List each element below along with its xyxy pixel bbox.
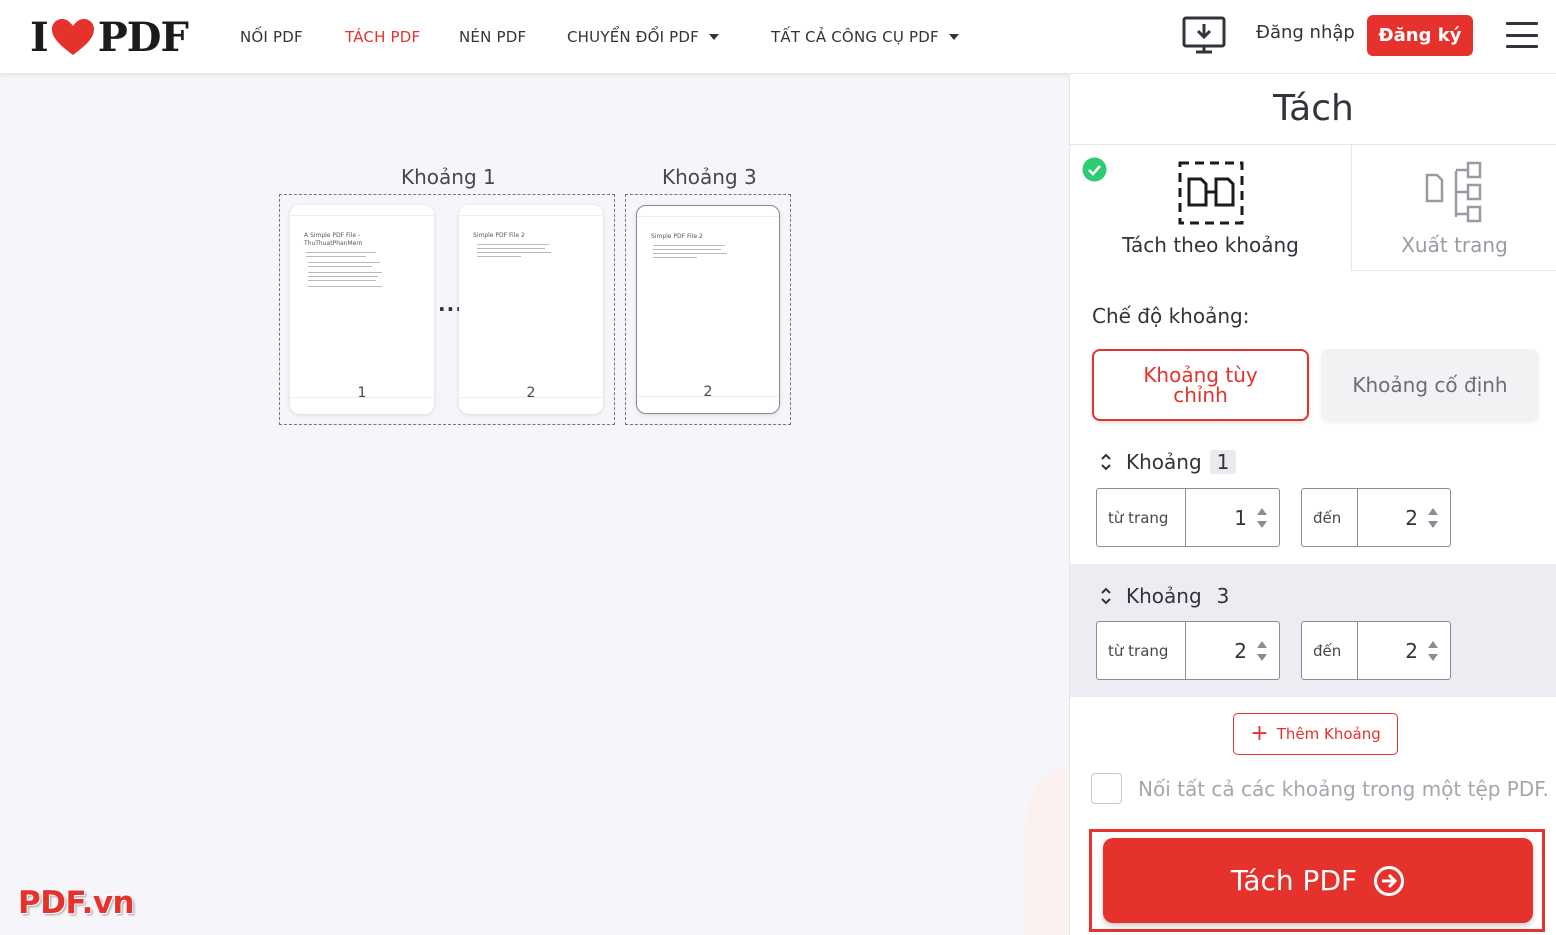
add-range-button[interactable]: + Thêm Khoảng — [1233, 713, 1398, 755]
range-item: Khoảng 3 từ trang 2 đến 2 — [1070, 564, 1556, 697]
split-range-icon — [1178, 161, 1244, 225]
range-item: Khoảng 1 từ trang 1 đến 2 — [1070, 434, 1556, 564]
page-number: 2 — [703, 384, 713, 400]
caret-down-icon — [948, 34, 959, 40]
from-page-value[interactable]: 1 — [1234, 506, 1247, 530]
caret-down-icon — [709, 34, 720, 40]
to-page-value[interactable]: 2 — [1405, 639, 1418, 663]
login-link[interactable]: Đăng nhập — [1256, 22, 1355, 43]
merge-label: Nối tất cả các khoảng trong một tệp PDF. — [1138, 776, 1549, 801]
page-number: 2 — [526, 385, 536, 401]
to-page-field[interactable]: đến 2 — [1301, 621, 1451, 680]
from-page-label: từ trang — [1097, 489, 1186, 546]
page-thumbnail[interactable]: A Simple PDF File - ThuThuatPhanMem 1 — [290, 205, 434, 414]
range-item-header[interactable]: Khoảng 3 — [1100, 584, 1236, 608]
to-page-value[interactable]: 2 — [1405, 506, 1418, 530]
from-page-field[interactable]: từ trang 2 — [1096, 621, 1280, 680]
sort-handle-icon — [1101, 587, 1111, 605]
page-thumbnail[interactable]: Simple PDF File 2 2 — [636, 205, 780, 414]
range-item-header[interactable]: Khoảng 1 — [1100, 450, 1237, 474]
number-stepper[interactable] — [1257, 507, 1267, 528]
fixed-range-button[interactable]: Khoảng cố định — [1321, 349, 1539, 421]
mode-split-by-range[interactable]: Tách theo khoảng — [1070, 145, 1351, 271]
ilovepdf-logo[interactable]: I PDF — [30, 13, 189, 61]
from-page-value[interactable]: 2 — [1234, 639, 1247, 663]
check-circle-icon — [1082, 157, 1107, 182]
nav-split-pdf[interactable]: TÁCH PDF — [345, 0, 420, 74]
doc-title: A Simple PDF File - ThuThuatPhanMem — [304, 232, 363, 247]
doc-title: Simple PDF File 2 — [473, 232, 525, 239]
watermark-logo: PDF.vn — [18, 885, 135, 921]
merge-checkbox[interactable] — [1091, 773, 1122, 804]
from-page-field[interactable]: từ trang 1 — [1096, 488, 1280, 547]
heart-icon — [51, 19, 94, 55]
nav-all-tools[interactable]: TẤT CẢ CÔNG CỤ PDF — [771, 0, 959, 74]
to-page-label: đến — [1302, 489, 1358, 546]
nav-compress-pdf[interactable]: NÉN PDF — [459, 0, 526, 74]
logo-text-left: I — [30, 13, 49, 61]
extract-pages-icon — [1425, 161, 1482, 223]
signup-button[interactable]: Đăng ký — [1367, 15, 1473, 56]
arrow-right-circle-icon — [1374, 865, 1405, 896]
top-header: I PDF NỐI PDF TÁCH PDF NÉN PDF CHUYỂN ĐỔ… — [0, 0, 1556, 74]
doc-title: Simple PDF File 2 — [651, 233, 703, 240]
logo-text-right: PDF — [97, 13, 189, 61]
range-title: Khoảng — [1126, 584, 1202, 608]
number-stepper[interactable] — [1428, 507, 1438, 528]
range-label-3: Khoảng 3 — [662, 165, 757, 189]
hamburger-icon[interactable] — [1506, 22, 1538, 48]
to-page-label: đến — [1302, 622, 1358, 679]
desktop-download-icon[interactable] — [1182, 16, 1226, 60]
sidebar-title: Tách — [1273, 88, 1354, 129]
nav-merge-pdf[interactable]: NỐI PDF — [240, 0, 303, 74]
mode-extract-pages[interactable]: Xuất trang — [1351, 145, 1556, 271]
range-mode-label: Chế độ khoảng: — [1092, 304, 1250, 328]
range-number: 1 — [1209, 450, 1237, 474]
range-title: Khoảng — [1126, 450, 1202, 474]
mode-label: Xuất trang — [1401, 233, 1508, 257]
range-number: 3 — [1216, 584, 1230, 608]
number-stepper[interactable] — [1428, 640, 1438, 661]
number-stepper[interactable] — [1257, 640, 1267, 661]
range-label-1: Khoảng 1 — [401, 165, 496, 189]
merge-option[interactable]: Nối tất cả các khoảng trong một tệp PDF. — [1091, 773, 1549, 804]
split-pdf-button[interactable]: Tách PDF — [1103, 838, 1533, 923]
to-page-field[interactable]: đến 2 — [1301, 488, 1451, 547]
page-number: 1 — [357, 385, 367, 401]
options-sidebar: Tách Tách theo khoảng Xuất trang Chế độ … — [1069, 74, 1556, 935]
plus-icon: + — [1250, 721, 1269, 746]
page-thumbnail[interactable]: Simple PDF File 2 2 — [459, 205, 603, 414]
nav-convert-pdf[interactable]: CHUYỂN ĐỔI PDF — [567, 0, 720, 74]
sort-handle-icon — [1101, 453, 1111, 471]
custom-range-button[interactable]: Khoảng tùy chỉnh — [1092, 349, 1309, 421]
from-page-label: từ trang — [1097, 622, 1186, 679]
mode-label: Tách theo khoảng — [1122, 233, 1299, 257]
